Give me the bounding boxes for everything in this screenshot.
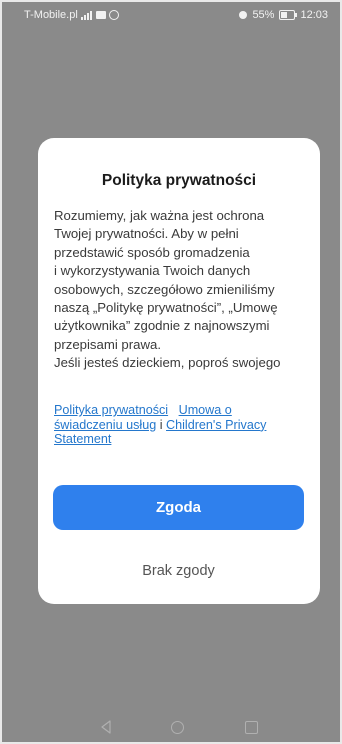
- dialog-body: Rozumiemy, jak ważna jest ochrona Twojej…: [54, 207, 310, 373]
- policy-links: Polityka prywatności Umowa o świadczeniu…: [54, 403, 310, 447]
- home-icon[interactable]: [171, 721, 184, 734]
- carrier-name: T-Mobile.pl: [24, 9, 78, 21]
- body-line: Jeśli jesteś dzieckiem, poproś swojego: [54, 355, 281, 371]
- signal-icon: [80, 10, 93, 20]
- childrens-privacy-link-continued[interactable]: Statement: [54, 432, 111, 446]
- body-line: naszą „Politykę prywatności”, „Umowę: [54, 300, 278, 316]
- service-agreement-link[interactable]: Umowa o: [179, 403, 232, 417]
- body-line: przepisami prawa.: [54, 336, 162, 352]
- privacy-policy-link[interactable]: Polityka prywatności: [54, 403, 168, 417]
- battery-percent: 55%: [252, 9, 275, 21]
- dialog-title: Polityka prywatności: [101, 172, 257, 189]
- body-line: Rozumiemy, jak ważna jest ochrona: [54, 208, 265, 223]
- links-connector: i: [159, 417, 163, 432]
- body-line: i wykorzystywania Twoich danych: [54, 263, 251, 279]
- recent-apps-icon[interactable]: [245, 721, 258, 734]
- status-left: T-Mobile.pl: [24, 9, 119, 21]
- message-icon: [95, 11, 106, 19]
- body-line: użytkownika” zgodnie z najnowszymi: [54, 318, 270, 334]
- back-icon[interactable]: [100, 720, 112, 734]
- body-line: osobowych, szczegółowo zmieniliśmy: [54, 281, 275, 297]
- accept-button[interactable]: Zgoda: [53, 485, 304, 530]
- status-bar: T-Mobile.pl 55% 12:03: [0, 0, 342, 30]
- body-line: Twojej prywatności. Aby w pełni: [54, 226, 239, 242]
- status-right: 55% 12:03: [239, 9, 328, 21]
- alarm-icon: [239, 11, 248, 19]
- reject-button[interactable]: Brak zgody: [53, 550, 304, 592]
- privacy-dialog: Polityka prywatności Rozumiemy, jak ważn…: [38, 138, 320, 604]
- circle-icon: [108, 10, 119, 20]
- clock: 12:03: [300, 9, 328, 21]
- navigation-bar: [0, 712, 342, 742]
- battery-icon: [279, 10, 298, 20]
- body-line: przedstawić sposób gromadzenia: [54, 244, 250, 260]
- childrens-privacy-link[interactable]: Children's Privacy: [166, 418, 266, 432]
- service-agreement-link-continued[interactable]: świadczeniu usług: [54, 418, 156, 432]
